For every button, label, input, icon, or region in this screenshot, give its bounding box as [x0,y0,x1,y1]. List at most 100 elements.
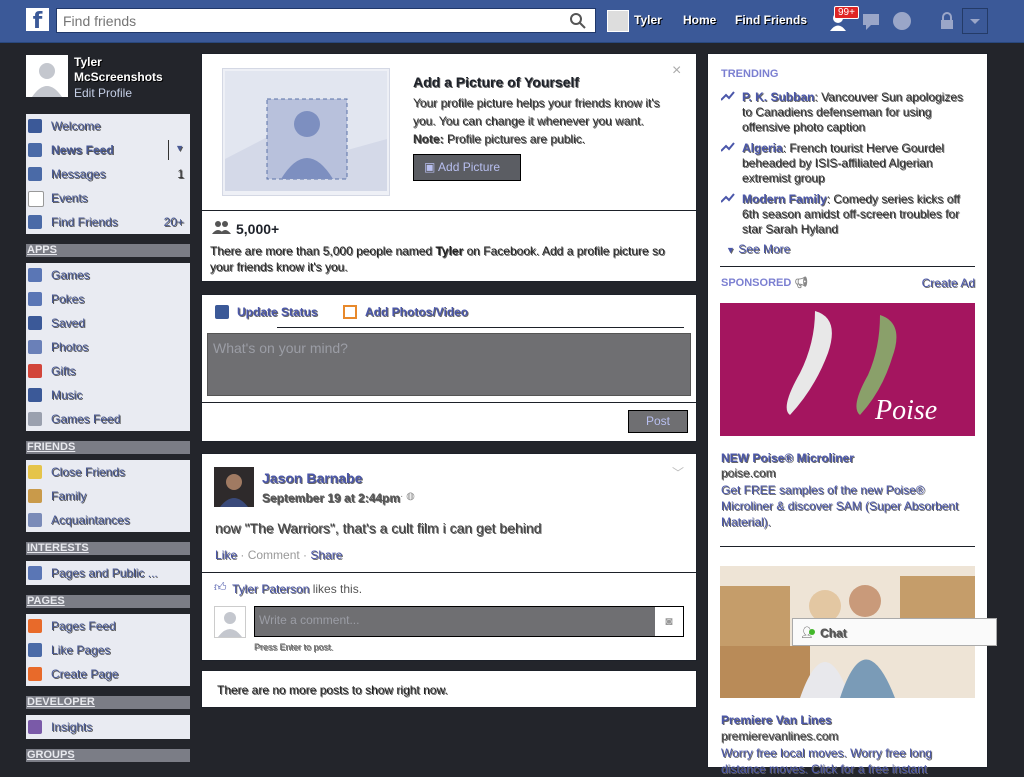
see-more-label: See More [738,242,791,256]
developer-section: Insights [26,715,190,739]
search-box[interactable] [56,8,596,33]
sidebar-item-family[interactable]: Family [26,484,190,508]
sidebar-item-label: Events [51,191,88,205]
messages-icon[interactable] [860,10,884,32]
globe-icon[interactable] [890,10,914,32]
likes-summary: Tyler Paterson likes this. [232,582,362,596]
profile-name-first[interactable]: Tyler [74,55,163,70]
sidebar-item-label: Pages Feed [51,619,116,633]
comment-button[interactable]: Comment [248,548,300,562]
close-icon[interactable]: × [672,62,681,80]
share-button[interactable]: Share [310,548,342,562]
sidebar-item-create-page[interactable]: Create Page [26,662,190,686]
sidebar-item-insights[interactable]: Insights [26,715,190,739]
nav-find-friends[interactable]: Find Friends [735,13,807,27]
ad-title[interactable]: NEW Poise® Microliner [721,451,854,465]
post-options-chevron-icon[interactable]: ﹀ [672,464,684,481]
profile-name[interactable]: Tyler McScreenshots [74,55,163,85]
sidebar-item-like-pages[interactable]: Like Pages [26,638,190,662]
sidebar-item-find-friends[interactable]: Find Friends 20+ [26,210,190,234]
chat-bar[interactable]: 👤︎ Chat [792,618,997,646]
facebook-icon [28,119,42,133]
section-header-interests[interactable]: INTERESTS [26,542,190,555]
ad-body[interactable]: Get FREE samples of the new Poise® Micro… [721,482,961,530]
search-input[interactable] [57,9,565,33]
main-nav-section: Welcome News Feed ▼ Messages 1 Events Find… [26,114,190,234]
sidebar-item-games-feed[interactable]: Games Feed [26,407,190,431]
ad-domain[interactable]: poise.com [721,466,776,480]
add-photos-tab[interactable]: Add Photos/Video [365,305,468,319]
sidebar-item-welcome[interactable]: Welcome [26,114,190,138]
post-button[interactable]: Post [628,410,688,433]
trending-arrow-icon [721,142,735,152]
people-icon [212,221,231,234]
sidebar-item-messages[interactable]: Messages 1 [26,162,190,186]
search-icon[interactable] [569,12,587,30]
sidebar-item-pages-and-public[interactable]: Pages and Public ... [26,561,190,585]
nav-home[interactable]: Home [683,13,716,27]
section-header-pages[interactable]: PAGES [26,595,190,608]
trending-arrow-icon [721,193,735,203]
edit-profile-link[interactable]: Edit Profile [74,86,132,100]
profile-name-last[interactable]: McScreenshots [74,70,163,85]
sidebar-item-news-feed[interactable]: News Feed ▼ [26,138,190,162]
divider [720,546,975,547]
trending-item[interactable]: Algeria: French tourist Herve Gourdel be… [721,141,966,186]
sidebar-item-acquaintances[interactable]: Acquaintances [26,508,190,532]
trending-topic[interactable]: P. K. Subban [742,90,814,104]
privacy-lock-icon[interactable] [935,10,959,32]
section-header-friends[interactable]: FRIENDS [26,441,190,454]
user-avatar-small[interactable] [607,10,629,32]
sidebar-item-pokes[interactable]: Pokes [26,287,190,311]
sidebar-item-photos[interactable]: Photos [26,335,190,359]
sidebar-item-label: Gifts [51,364,76,378]
ad-body[interactable]: Worry free local moves. Worry free long … [721,745,961,777]
poise-brand-text: Poise [875,395,938,426]
trending-topic[interactable]: Modern Family [742,192,827,206]
camera-icon[interactable]: ◙ [655,607,683,636]
like-button[interactable]: Like [215,548,237,562]
sidebar-item-gifts[interactable]: Gifts [26,359,190,383]
update-status-tab[interactable]: Update Status [237,305,318,319]
caret-down-icon[interactable]: ▼ [175,143,184,153]
pages-section: Pages Feed Like Pages Create Page [26,614,190,686]
trending-item[interactable]: Modern Family: Comedy series kicks off 6… [721,192,966,237]
create-ad-link[interactable]: Create Ad [922,276,975,290]
add-picture-button[interactable]: ▣ Add Picture [413,154,521,181]
sidebar-item-music[interactable]: Music [26,383,190,407]
post-text: now "The Warriors", that's a cult film i… [215,520,542,536]
friends-section: Close Friends Family Acquaintances [26,460,190,532]
sidebar-item-close-friends[interactable]: Close Friends [26,460,190,484]
facebook-logo[interactable]: f [26,8,49,31]
ad-title[interactable]: Premiere Van Lines [721,713,832,727]
sidebar-item-saved[interactable]: Saved [26,311,190,335]
apps-section: Games Pokes Saved Photos Gifts Music Gam… [26,263,190,431]
profile-placeholder-icon [225,71,387,191]
trending-item[interactable]: P. K. Subban: Vancouver Sun apologizes t… [721,90,966,135]
ad-domain[interactable]: premierevanlines.com [721,729,838,743]
poise-ad-image[interactable]: Poise [720,303,975,436]
post-timestamp[interactable]: September 19 at 2:44pm [262,491,400,505]
nav-user-name[interactable]: Tyler [634,13,662,27]
sidebar-item-pages-feed[interactable]: Pages Feed [26,614,190,638]
status-input[interactable]: What's on your mind? [207,333,691,396]
post-author-avatar[interactable] [214,467,254,507]
rss-icon [28,566,42,580]
sidebar-item-games[interactable]: Games [26,263,190,287]
comment-input[interactable]: Write a comment... ◙ [254,606,684,637]
section-header-developer[interactable]: DEVELOPER [26,696,190,709]
globe-audience-icon[interactable]: · ◍ [400,491,415,502]
account-menu-button[interactable] [962,8,988,34]
divider [202,572,696,573]
section-header-apps[interactable]: APPS [26,244,190,257]
chat-label: Chat [820,626,847,640]
liker-link[interactable]: Tyler Paterson [232,582,309,596]
sidebar-item-label: Welcome [51,119,101,133]
post-author-name[interactable]: Jason Barnabe [262,470,362,486]
sidebar-item-events[interactable]: Events [26,186,190,210]
profile-avatar[interactable] [26,55,68,97]
friends-icon [28,215,42,229]
trending-topic[interactable]: Algeria [742,141,783,155]
section-header-groups[interactable]: GROUPS [26,749,190,762]
see-more-link[interactable]: ▼ See More [726,242,790,256]
